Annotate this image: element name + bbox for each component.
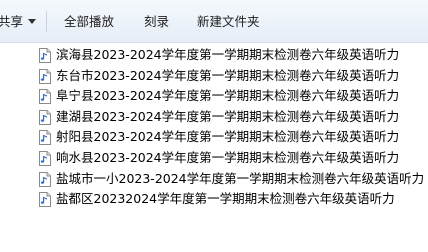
share-label: 共享 xyxy=(0,14,24,29)
file-item[interactable]: 盐城市一小2023-2024学年度第一学期期末检测卷六年级英语听力 xyxy=(36,169,428,190)
chevron-down-icon xyxy=(28,19,37,24)
file-item[interactable]: 滨海县2023-2024学年度第一学期期末检测卷六年级英语听力 xyxy=(36,45,428,66)
audio-file-icon xyxy=(39,68,51,84)
file-name: 响水县2023-2024学年度第一学期期末检测卷六年级英语听力 xyxy=(56,149,400,165)
file-item[interactable]: 盐都区20232024学年度第一学期期末检测卷六年级英语听力 xyxy=(36,189,428,210)
toolbar-divider xyxy=(46,11,47,32)
audio-file-icon xyxy=(39,48,51,63)
audio-file-icon xyxy=(39,109,51,125)
file-name: 射阳县2023-2024学年度第一学期期末检测卷六年级英语听力 xyxy=(56,129,400,145)
audio-file-icon xyxy=(39,171,51,187)
play-all-button[interactable]: 全部播放 xyxy=(64,0,114,43)
audio-file-icon xyxy=(39,130,51,146)
audio-file-icon xyxy=(39,150,51,166)
file-name: 滨海县2023-2024学年度第一学期期末检测卷六年级英语听力 xyxy=(56,47,400,62)
share-menu-button[interactable]: 共享 xyxy=(0,0,37,43)
explorer-toolbar: 共享 全部播放 刻录 新建文件夹 xyxy=(0,0,428,43)
audio-file-icon xyxy=(39,89,51,105)
file-item[interactable]: 阜宁县2023-2024学年度第一学期期末检测卷六年级英语听力 xyxy=(36,86,428,107)
file-item[interactable]: 射阳县2023-2024学年度第一学期期末检测卷六年级英语听力 xyxy=(36,127,428,148)
file-item[interactable]: 响水县2023-2024学年度第一学期期末检测卷六年级英语听力 xyxy=(36,148,428,169)
file-name: 盐都区20232024学年度第一学期期末检测卷六年级英语听力 xyxy=(56,191,395,207)
file-item[interactable]: 建湖县2023-2024学年度第一学期期末检测卷六年级英语听力 xyxy=(36,107,428,128)
file-list: 滨海县2023-2024学年度第一学期期末检测卷六年级英语听力 东台市2023-… xyxy=(36,45,428,210)
file-name: 盐城市一小2023-2024学年度第一学期期末检测卷六年级英语听力 xyxy=(56,170,425,186)
file-name: 阜宁县2023-2024学年度第一学期期末检测卷六年级英语听力 xyxy=(56,88,400,104)
file-name: 东台市2023-2024学年度第一学期期末检测卷六年级英语听力 xyxy=(56,67,400,83)
file-item[interactable]: 东台市2023-2024学年度第一学期期末检测卷六年级英语听力 xyxy=(36,66,428,87)
file-name: 建湖县2023-2024学年度第一学期期末检测卷六年级英语听力 xyxy=(56,108,400,124)
new-folder-button[interactable]: 新建文件夹 xyxy=(197,0,260,43)
burn-button[interactable]: 刻录 xyxy=(144,0,169,43)
audio-file-icon xyxy=(39,192,51,208)
